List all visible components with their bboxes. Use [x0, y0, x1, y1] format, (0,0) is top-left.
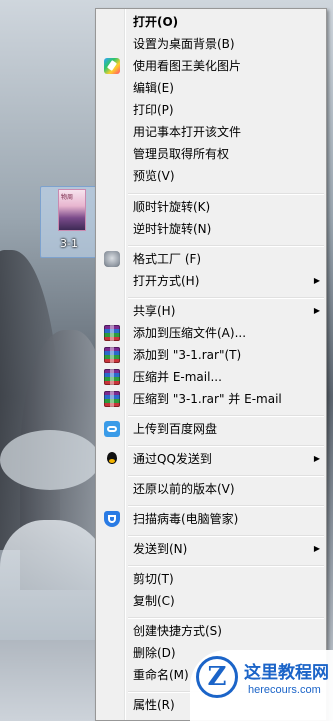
winrar-icon: [104, 369, 120, 385]
menu-item-label: 删除(D): [133, 646, 176, 660]
watermark-title: 这里教程网: [244, 663, 329, 683]
menu-item-label: 用记事本打开该文件: [133, 125, 242, 139]
submenu-arrow-icon: ▶: [313, 276, 320, 285]
menu-separator: [128, 475, 324, 477]
menu-item-label: 添加到 "3-1.rar"(T): [133, 348, 242, 362]
menu-item-upload-baidu-netdisk[interactable]: 上传到百度网盘: [98, 418, 324, 440]
format-factory-icon: [104, 251, 120, 267]
menu-item-label: 管理员取得所有权: [133, 147, 230, 161]
menu-item-label: 通过QQ发送到: [133, 452, 212, 466]
menu-item-label: 属性(R): [133, 698, 175, 712]
menu-item-label: 顺时针旋转(K): [133, 200, 211, 214]
menu-item-open-with[interactable]: 打开方式(H) ▶: [98, 270, 324, 292]
menu-item-label: 使用看图王美化图片: [133, 59, 242, 73]
menu-item-label: 还原以前的版本(V): [133, 482, 235, 496]
menu-item-edit[interactable]: 编辑(E): [98, 77, 324, 99]
menu-item-preview[interactable]: 预览(V): [98, 165, 324, 187]
winrar-icon: [104, 391, 120, 407]
menu-item-scan-virus[interactable]: 扫描病毒(电脑管家): [98, 508, 324, 530]
desktop-file-label: 3-1: [60, 237, 78, 250]
menu-item-print[interactable]: 打印(P): [98, 99, 324, 121]
menu-item-compress-and-email[interactable]: 压缩并 E-mail...: [98, 366, 324, 388]
meitu-icon: [104, 58, 120, 74]
menu-item-label: 共享(H): [133, 304, 176, 318]
menu-item-label: 扫描病毒(电脑管家): [133, 512, 239, 526]
submenu-arrow-icon: ▶: [313, 544, 320, 553]
menu-item-label: 打印(P): [133, 103, 174, 117]
menu-item-label: 预览(V): [133, 169, 175, 183]
menu-item-label: 逆时针旋转(N): [133, 222, 212, 236]
menu-separator: [128, 193, 324, 195]
menu-item-rotate-counterclockwise[interactable]: 逆时针旋转(N): [98, 218, 324, 240]
menu-item-label: 重命名(M): [133, 668, 189, 682]
menu-item-label: 复制(C): [133, 594, 175, 608]
thumbnail-title: 物周: [61, 194, 74, 201]
menu-item-label: 格式工厂 (F): [133, 252, 202, 266]
qq-icon: [104, 451, 120, 467]
context-menu: 打开(O) 设置为桌面背景(B) 使用看图王美化图片 编辑(E) 打印(P) 用…: [95, 8, 327, 721]
menu-item-compress-to-rar-and-email[interactable]: 压缩到 "3-1.rar" 并 E-mail: [98, 388, 324, 410]
snow-shape: [0, 520, 110, 640]
menu-item-add-to-archive[interactable]: 添加到压缩文件(A)...: [98, 322, 324, 344]
baidu-netdisk-icon: [104, 421, 120, 437]
watermark-url: herecours.com: [248, 684, 321, 696]
submenu-arrow-icon: ▶: [313, 454, 320, 463]
site-watermark: Z 这里教程网 herecours.com: [190, 650, 333, 721]
desktop-file-icon-selected[interactable]: 物周 3-1: [40, 186, 98, 258]
menu-separator: [128, 415, 324, 417]
menu-item-label: 创建快捷方式(S): [133, 624, 222, 638]
menu-item-send-to[interactable]: 发送到(N) ▶: [98, 538, 324, 560]
menu-item-send-via-qq[interactable]: 通过QQ发送到 ▶: [98, 448, 324, 470]
menu-separator: [128, 565, 324, 567]
menu-item-label: 设置为桌面背景(B): [133, 37, 235, 51]
menu-item-label: 剪切(T): [133, 572, 174, 586]
menu-separator: [128, 617, 324, 619]
menu-item-label: 压缩并 E-mail...: [133, 370, 222, 384]
menu-item-label: 上传到百度网盘: [133, 422, 218, 436]
menu-separator: [128, 535, 324, 537]
menu-item-label: 压缩到 "3-1.rar" 并 E-mail: [133, 392, 282, 406]
tencent-pc-manager-icon: [104, 511, 120, 527]
menu-item-label: 发送到(N): [133, 542, 188, 556]
winrar-icon: [104, 347, 120, 363]
menu-item-copy[interactable]: 复制(C): [98, 590, 324, 612]
watermark-logo: Z: [196, 656, 238, 698]
cloud-shape: [0, 430, 100, 490]
menu-separator: [128, 245, 324, 247]
menu-item-take-ownership[interactable]: 管理员取得所有权: [98, 143, 324, 165]
menu-separator: [128, 445, 324, 447]
menu-item-restore-previous-versions[interactable]: 还原以前的版本(V): [98, 478, 324, 500]
menu-item-cut[interactable]: 剪切(T): [98, 568, 324, 590]
menu-item-share[interactable]: 共享(H) ▶: [98, 300, 324, 322]
image-thumbnail: 物周: [58, 189, 86, 231]
menu-separator: [128, 505, 324, 507]
submenu-arrow-icon: ▶: [313, 306, 320, 315]
menu-item-open[interactable]: 打开(O): [98, 11, 324, 33]
menu-item-open-with-notepad[interactable]: 用记事本打开该文件: [98, 121, 324, 143]
menu-item-rotate-clockwise[interactable]: 顺时针旋转(K): [98, 196, 324, 218]
menu-item-beautify-image[interactable]: 使用看图王美化图片: [98, 55, 324, 77]
menu-item-label: 编辑(E): [133, 81, 174, 95]
menu-separator: [128, 297, 324, 299]
menu-item-create-shortcut[interactable]: 创建快捷方式(S): [98, 620, 324, 642]
menu-item-add-to-rar[interactable]: 添加到 "3-1.rar"(T): [98, 344, 324, 366]
menu-item-set-desktop-background[interactable]: 设置为桌面背景(B): [98, 33, 324, 55]
menu-item-format-factory[interactable]: 格式工厂 (F): [98, 248, 324, 270]
menu-item-label: 打开方式(H): [133, 274, 200, 288]
winrar-icon: [104, 325, 120, 341]
menu-item-label: 添加到压缩文件(A)...: [133, 326, 247, 340]
menu-item-label: 打开(O): [133, 15, 179, 29]
